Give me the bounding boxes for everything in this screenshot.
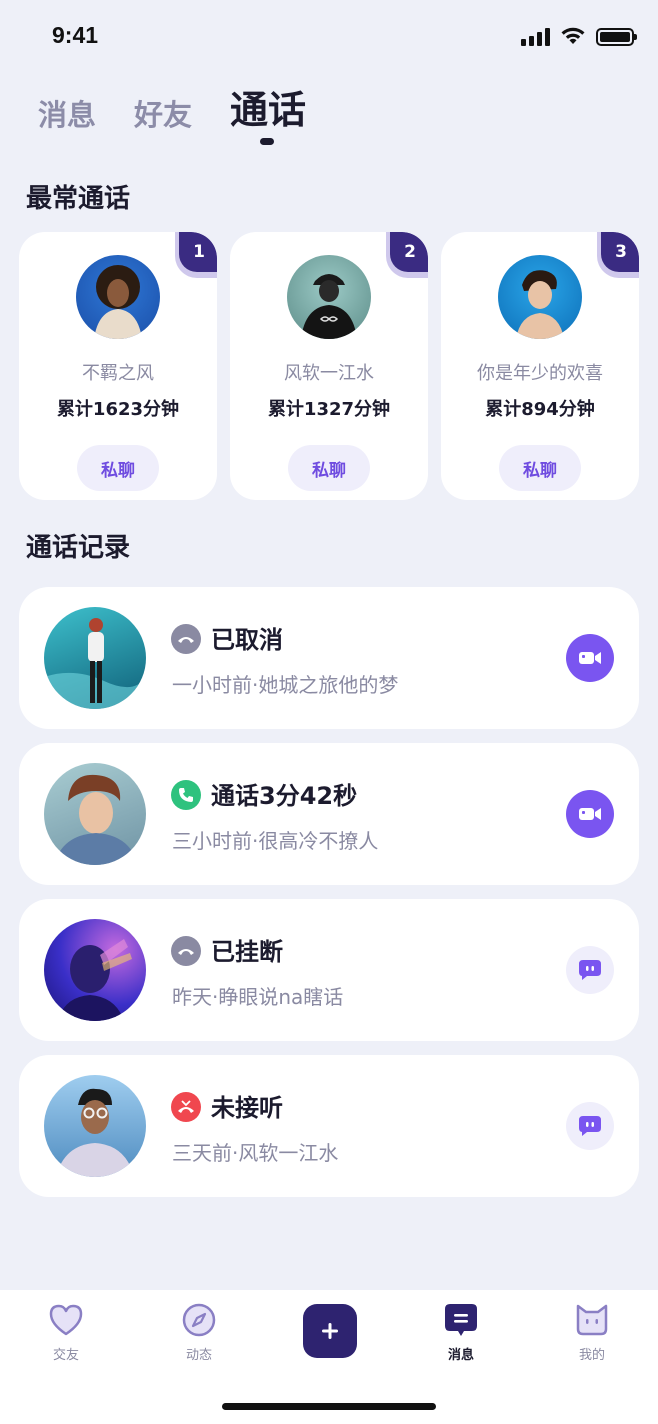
private-chat-button[interactable]: 私聊 (288, 445, 370, 491)
call-subtitle: 一小时前·她城之旅他的梦 (172, 673, 399, 697)
call-subtitle: 三小时前·很高冷不撩人 (172, 829, 379, 853)
favorite-name: 你是年少的欢喜 (477, 363, 603, 384)
favorite-card[interactable]: 3 你是年少的欢喜 累计894分钟 私聊 (441, 232, 639, 500)
nav-item-profile[interactable]: 我的 (552, 1302, 632, 1363)
video-call-button[interactable] (566, 634, 614, 682)
call-missed-icon (171, 1092, 201, 1122)
top-tabs: 消息 好友 通话 (38, 84, 306, 134)
private-chat-button[interactable]: 私聊 (77, 445, 159, 491)
tab-indicator (260, 138, 274, 145)
favorites-title: 最常通话 (26, 184, 131, 214)
call-subtitle: 昨天·睁眼说na瞎话 (172, 985, 344, 1009)
compass-icon (181, 1302, 217, 1338)
message-button[interactable] (566, 1102, 614, 1150)
avatar[interactable] (498, 255, 582, 339)
status-icons (521, 26, 637, 46)
tab-calls[interactable]: 通话 (230, 79, 306, 134)
chat-bubble-icon (579, 1116, 601, 1136)
favorite-card[interactable]: 2 风软一江水 累计1327分钟 私聊 (230, 232, 428, 500)
call-record[interactable]: 未接听 三天前·风软一江水 (19, 1055, 639, 1197)
call-connected-icon (171, 780, 201, 810)
plus-icon (322, 1323, 338, 1339)
call-record[interactable]: 已取消 一小时前·她城之旅他的梦 (19, 587, 639, 729)
video-call-button[interactable] (566, 790, 614, 838)
call-subtitle: 三天前·风软一江水 (172, 1141, 339, 1165)
nav-label: 我的 (578, 1348, 605, 1363)
signal-icon (521, 28, 550, 46)
nav-label: 动态 (185, 1348, 212, 1363)
favorite-name: 风软一江水 (284, 363, 374, 384)
call-hungup-icon (171, 936, 201, 966)
battery-icon (596, 28, 637, 46)
nav-item-friends[interactable]: 交友 (26, 1302, 106, 1363)
private-chat-button[interactable]: 私聊 (499, 445, 581, 491)
call-status: 已挂断 (211, 938, 283, 966)
call-record[interactable]: 通话3分42秒 三小时前·很高冷不撩人 (19, 743, 639, 885)
tab-friends[interactable]: 好友 (134, 92, 192, 134)
video-camera-icon (579, 652, 601, 664)
heart-icon (48, 1302, 84, 1338)
nav-label: 交友 (52, 1348, 79, 1363)
call-status: 通话3分42秒 (211, 782, 358, 810)
avatar[interactable] (287, 255, 371, 339)
favorite-name: 不羁之风 (82, 363, 154, 384)
nav-item-moments[interactable]: 动态 (159, 1302, 239, 1363)
rank-badge: 2 (390, 232, 428, 272)
favorite-total: 累计1327分钟 (267, 399, 391, 420)
favorites-list: 1 不羁之风 累计1623分钟 私聊 2 风软一江水 累计1327分钟 私聊 3… (19, 232, 639, 500)
favorite-card[interactable]: 1 不羁之风 累计1623分钟 私聊 (19, 232, 217, 500)
message-icon (443, 1302, 479, 1338)
call-record[interactable]: 已挂断 昨天·睁眼说na瞎话 (19, 899, 639, 1041)
call-records-list: 已取消 一小时前·她城之旅他的梦 通话3分42秒 三小时前·很高冷不撩人 已挂断… (19, 587, 639, 1211)
add-button[interactable] (303, 1304, 357, 1358)
avatar[interactable] (44, 607, 146, 709)
nav-item-messages[interactable]: 消息 (421, 1302, 501, 1363)
avatar[interactable] (76, 255, 160, 339)
profile-icon (574, 1302, 610, 1338)
status-time: 9:41 (52, 22, 99, 48)
nav-label: 消息 (447, 1348, 474, 1363)
call-status: 已取消 (211, 626, 283, 654)
tab-messages[interactable]: 消息 (38, 92, 96, 134)
rank-badge: 3 (601, 232, 639, 272)
status-bar: 9:41 (0, 0, 658, 72)
call-cancelled-icon (171, 624, 201, 654)
avatar[interactable] (44, 919, 146, 1021)
rank-badge: 1 (179, 232, 217, 272)
home-indicator (222, 1403, 436, 1410)
favorite-total: 累计1623分钟 (56, 399, 180, 420)
favorite-total: 累计894分钟 (485, 399, 595, 420)
chat-bubble-icon (579, 960, 601, 980)
call-status: 未接听 (211, 1094, 283, 1122)
records-title: 通话记录 (26, 533, 131, 563)
message-button[interactable] (566, 946, 614, 994)
avatar[interactable] (44, 1075, 146, 1177)
wifi-icon (561, 27, 585, 44)
video-camera-icon (579, 808, 601, 820)
avatar[interactable] (44, 763, 146, 865)
